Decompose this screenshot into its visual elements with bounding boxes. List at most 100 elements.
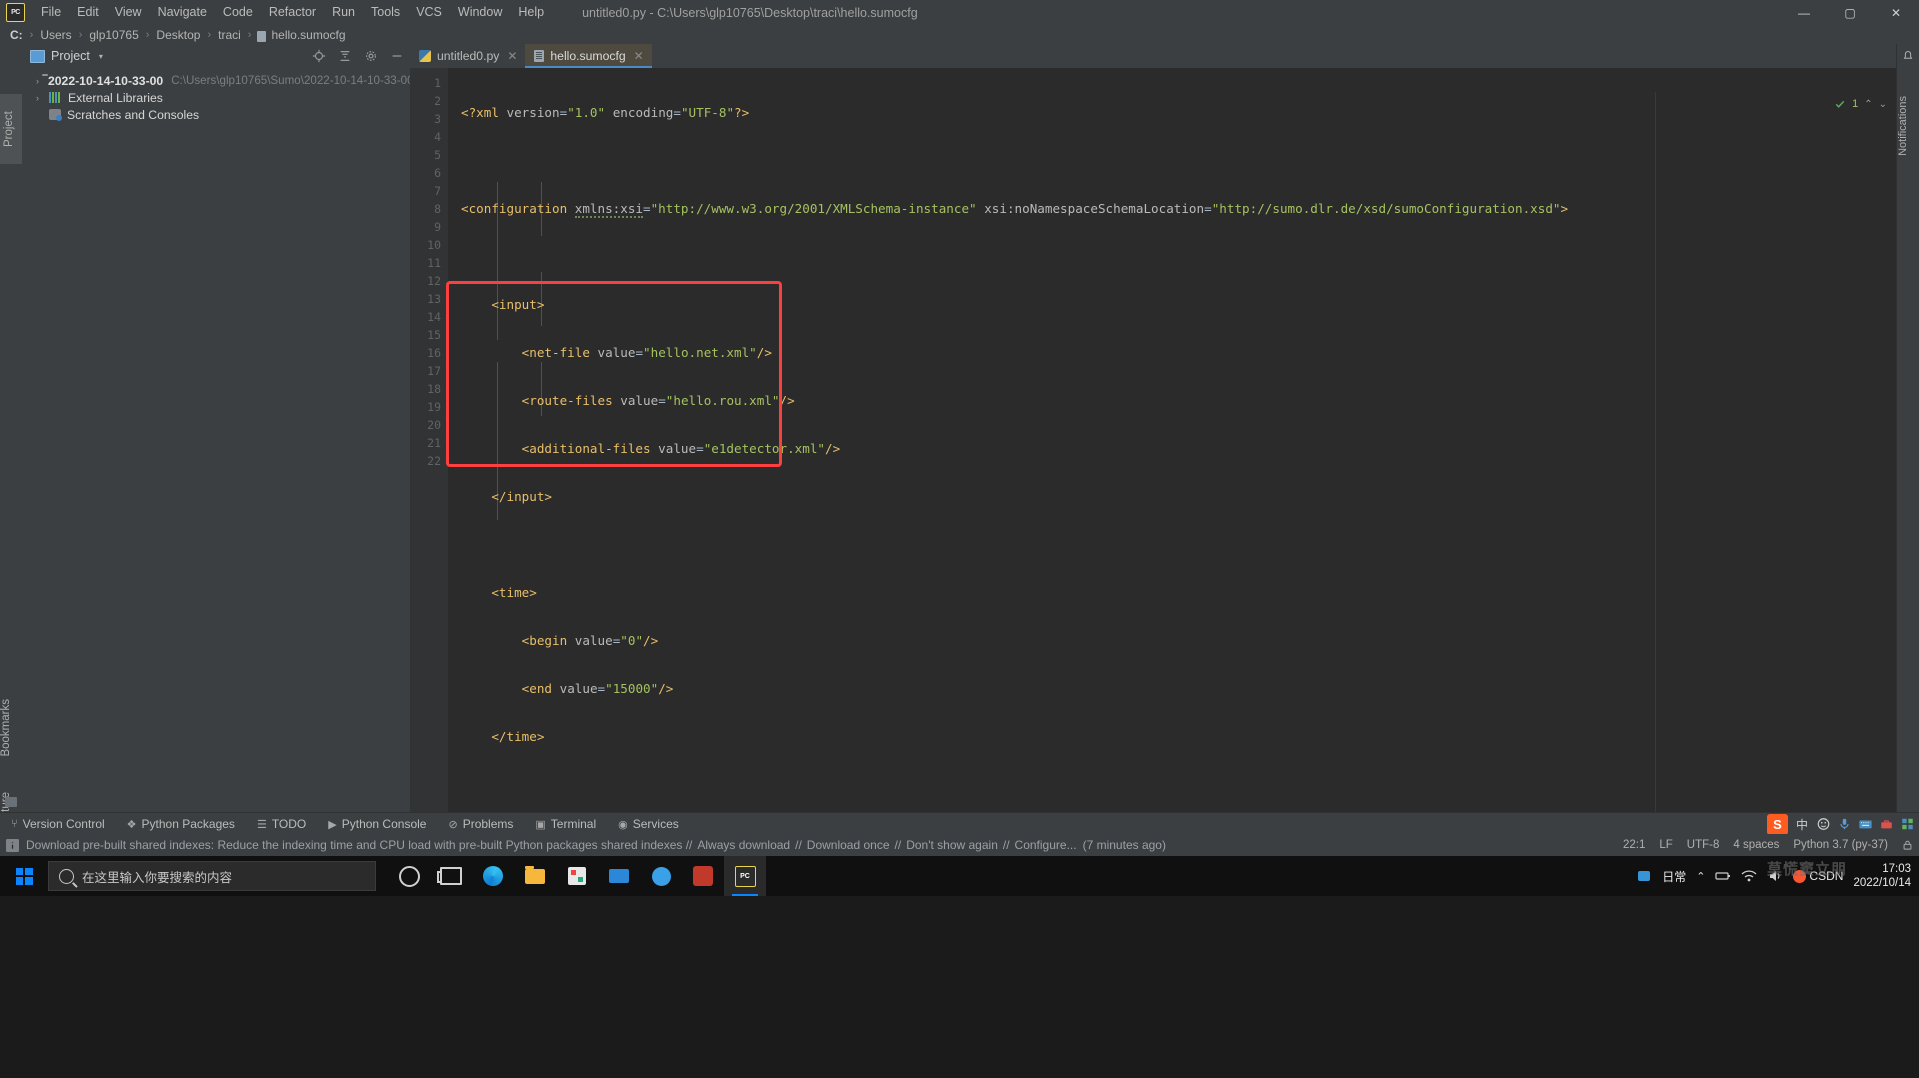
menu-refactor[interactable]: Refactor: [261, 0, 324, 25]
bottom-tab-python-console[interactable]: ▶ Python Console: [317, 813, 437, 835]
status-link-dont-show-again[interactable]: Don't show again: [906, 838, 998, 852]
line-number: 21: [427, 436, 441, 450]
taskbar-app-icons: PC: [388, 856, 766, 896]
file-encoding[interactable]: UTF-8: [1687, 839, 1720, 851]
inspection-status-widget[interactable]: 1 ⌃ ⌄: [1834, 98, 1887, 110]
line-number: 15: [427, 328, 441, 342]
python-file-icon: [419, 50, 431, 62]
network-icon[interactable]: [1741, 868, 1757, 884]
status-link-separator: //: [1002, 838, 1010, 852]
menu-window[interactable]: Window: [450, 0, 510, 25]
minimize-button[interactable]: —: [1781, 0, 1827, 25]
tree-node-scratches[interactable]: Scratches and Consoles: [22, 106, 410, 123]
breadcrumb-item-users[interactable]: Users: [39, 28, 72, 42]
taskbar-search-input[interactable]: 在这里输入你要搜索的内容: [48, 861, 376, 891]
locate-icon[interactable]: [312, 49, 326, 63]
bottom-tab-label: Terminal: [550, 817, 597, 831]
collapse-all-icon[interactable]: [338, 49, 352, 63]
code-line: </time>: [491, 729, 545, 744]
todo-icon: ☰: [256, 818, 267, 831]
windows-start-icon[interactable]: [0, 856, 48, 896]
indent-setting[interactable]: 4 spaces: [1733, 839, 1779, 851]
sidebar-tab-bookmarks[interactable]: Bookmarks: [0, 699, 22, 757]
status-link-configure[interactable]: Configure...: [1015, 838, 1077, 852]
code-line: <begin value="0"/>: [521, 633, 659, 648]
code-content[interactable]: <?xml version="1.0" encoding="UTF-8"?> <…: [461, 68, 1919, 812]
menu-file[interactable]: File: [33, 0, 69, 25]
bottom-tab-problems[interactable]: ⊘ Problems: [437, 813, 524, 835]
bottom-tab-todo[interactable]: ☰ TODO: [246, 813, 317, 835]
bottom-tab-python-packages[interactable]: ❖ Python Packages: [116, 813, 246, 835]
breadcrumb-item-file[interactable]: hello.sumocfg: [270, 28, 346, 42]
bottom-tab-version-control[interactable]: ⑂ Version Control: [0, 813, 116, 835]
menu-help[interactable]: Help: [510, 0, 552, 25]
lock-icon[interactable]: [1902, 839, 1913, 851]
taskbar-clock[interactable]: 17:03 2022/10/14: [1853, 862, 1911, 891]
breadcrumb-item-desktop[interactable]: Desktop: [155, 28, 201, 42]
caret-position[interactable]: 22:1: [1623, 839, 1645, 851]
keyboard-icon[interactable]: [1858, 817, 1873, 831]
skype-icon[interactable]: [640, 856, 682, 896]
editor-area: untitled0.py ✕ hello.sumocfg ✕ ⋮ 1 2 3 4…: [410, 44, 1919, 812]
menu-tools[interactable]: Tools: [363, 0, 408, 25]
editor-tab-hello-sumocfg[interactable]: hello.sumocfg ✕: [525, 44, 652, 68]
breadcrumb-item-traci[interactable]: traci: [217, 28, 242, 42]
bottom-tab-terminal[interactable]: ▣ Terminal: [524, 813, 607, 835]
bottom-tool-window-bar: ⑂ Version Control ❖ Python Packages ☰ TO…: [0, 812, 1919, 835]
status-link-download-once[interactable]: Download once: [807, 838, 890, 852]
menu-vcs[interactable]: VCS: [408, 0, 450, 25]
mail-icon[interactable]: [598, 856, 640, 896]
menu-code[interactable]: Code: [215, 0, 261, 25]
menu-navigate[interactable]: Navigate: [150, 0, 215, 25]
editor-tab-untitled0[interactable]: untitled0.py ✕: [410, 44, 525, 68]
tree-node-path: C:\Users\glp10765\Sumo\2022-10-14-10-33-…: [171, 74, 414, 87]
chevron-right-icon[interactable]: ›: [36, 93, 46, 103]
chevron-down-icon[interactable]: ⌄: [1879, 99, 1887, 110]
ime-language-indicator[interactable]: 日常: [1662, 868, 1686, 885]
breadcrumb-drive[interactable]: C:: [9, 28, 24, 42]
file-explorer-icon[interactable]: [514, 856, 556, 896]
menu-view[interactable]: View: [107, 0, 150, 25]
chevron-up-icon[interactable]: ⌃: [1864, 99, 1872, 110]
chinese-mode-icon[interactable]: 中: [1794, 816, 1810, 833]
breadcrumb-item-glp10765[interactable]: glp10765: [88, 28, 139, 42]
emoji-icon[interactable]: [1816, 817, 1831, 831]
bottom-tab-label: Python Console: [341, 817, 427, 831]
cortana-icon[interactable]: [388, 856, 430, 896]
toolbox-icon[interactable]: [1879, 817, 1894, 831]
task-view-icon[interactable]: [430, 856, 472, 896]
maximize-button[interactable]: ▢: [1827, 0, 1873, 25]
mic-icon[interactable]: [1837, 817, 1852, 831]
hide-panel-icon[interactable]: [390, 49, 404, 63]
chevron-right-icon[interactable]: ›: [36, 76, 39, 86]
status-link-always-download[interactable]: Always download: [697, 838, 790, 852]
notifications-bell-icon[interactable]: [1902, 50, 1914, 62]
close-button[interactable]: ✕: [1873, 0, 1919, 25]
close-tab-icon[interactable]: ✕: [507, 49, 517, 63]
apps-icon[interactable]: [1900, 817, 1915, 831]
tree-node-external-libraries[interactable]: › External Libraries: [22, 89, 410, 106]
pycharm-taskbar-icon[interactable]: PC: [724, 856, 766, 896]
close-tab-icon[interactable]: ✕: [634, 49, 644, 63]
battery-icon[interactable]: [1715, 868, 1731, 884]
sidebar-tab-notifications[interactable]: Notifications: [1897, 96, 1919, 156]
edge-icon[interactable]: [472, 856, 514, 896]
breadcrumb: C: › Users › glp10765 › Desktop › traci …: [0, 25, 1919, 45]
settings-icon[interactable]: [364, 49, 378, 63]
line-separator[interactable]: LF: [1659, 839, 1672, 851]
chevron-up-icon[interactable]: ⌃: [1696, 870, 1705, 883]
status-bar-right: 22:1 LF UTF-8 4 spaces Python 3.7 (py-37…: [1623, 834, 1913, 856]
sogou-logo-icon[interactable]: S: [1766, 813, 1788, 835]
app-icon[interactable]: [682, 856, 724, 896]
chevron-down-icon[interactable]: ▾: [99, 52, 103, 61]
tree-node-project-root[interactable]: › 2022-10-14-10-33-00 C:\Users\glp10765\…: [22, 72, 414, 89]
bottom-tab-services[interactable]: ◉ Services: [607, 813, 690, 835]
menu-edit[interactable]: Edit: [69, 0, 107, 25]
bottom-tab-label: Version Control: [22, 817, 105, 831]
microsoft-store-icon[interactable]: [556, 856, 598, 896]
tray-app-icon[interactable]: [1636, 868, 1652, 884]
code-editor[interactable]: 1 2 3 4 5 6 7 8 9 10 11 12 13 14 15 16 1…: [410, 68, 1919, 812]
python-interpreter[interactable]: Python 3.7 (py-37): [1793, 839, 1888, 851]
library-icon: [49, 92, 62, 103]
menu-run[interactable]: Run: [324, 0, 363, 25]
